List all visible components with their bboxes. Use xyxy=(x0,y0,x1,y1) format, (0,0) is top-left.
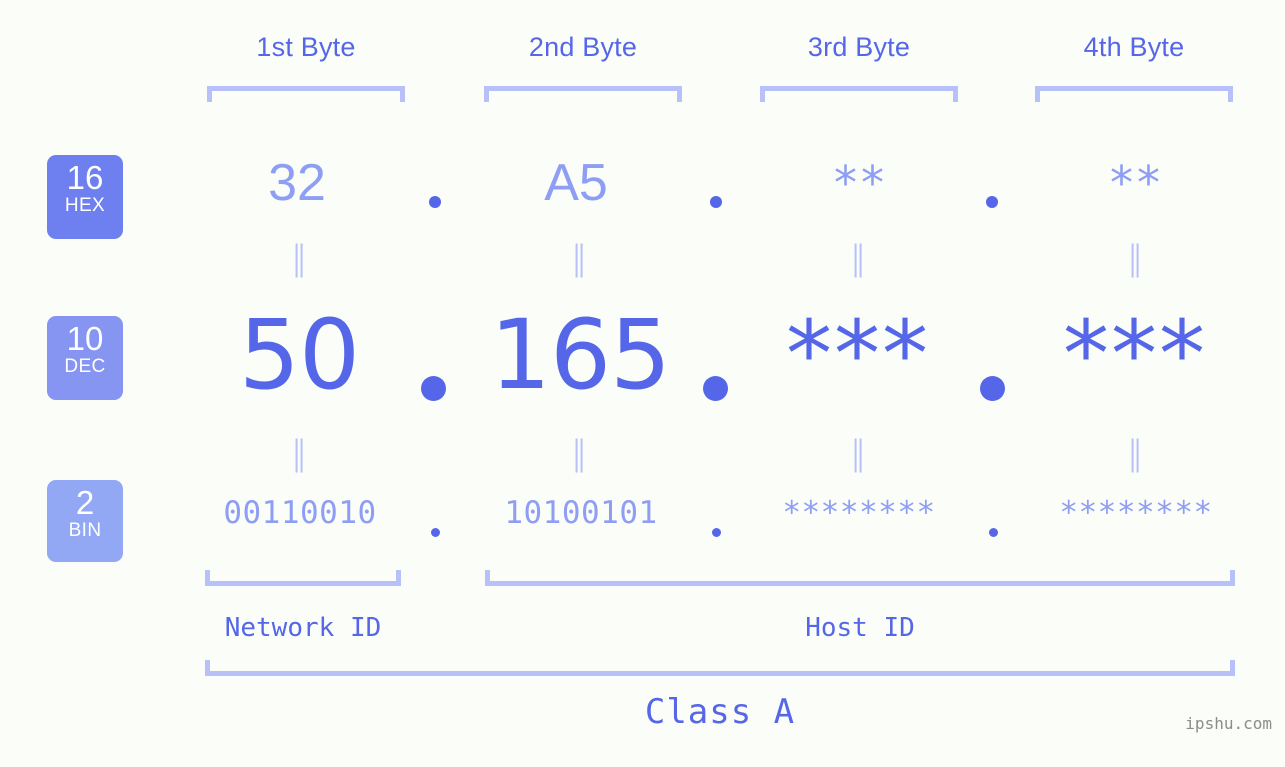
hex-dot-2 xyxy=(710,196,722,208)
byte-header-1: 1st Byte xyxy=(256,32,356,62)
dec-dot-2 xyxy=(703,376,728,401)
base-badge-bin-number: 2 xyxy=(75,484,95,521)
base-badge-dec-number: 10 xyxy=(66,320,104,357)
dec-dot-3 xyxy=(980,376,1005,401)
hex-byte-2: A5 xyxy=(544,154,608,212)
byte-bracket-1 xyxy=(207,86,405,102)
equals-mark-hex-dec-2: ║ xyxy=(569,244,591,275)
dec-dot-1 xyxy=(421,376,446,401)
class-label: Class A xyxy=(644,692,796,732)
bin-byte-2: 10100101 xyxy=(504,495,658,531)
network-id-label: Network ID xyxy=(224,613,382,643)
equals-mark-hex-dec-1: ║ xyxy=(289,244,311,275)
base-badge-bin: 2 BIN xyxy=(47,480,123,562)
hex-byte-1: 32 xyxy=(268,154,326,212)
base-badge-hex-number: 16 xyxy=(66,159,104,196)
hex-dot-3 xyxy=(986,196,998,208)
dec-byte-4: *** xyxy=(1063,301,1207,408)
hex-byte-3: ** xyxy=(834,156,888,210)
hex-byte-4: ** xyxy=(1110,156,1164,210)
equals-mark-dec-bin-1: ║ xyxy=(289,439,311,470)
equals-mark-hex-dec-4: ║ xyxy=(1125,244,1147,275)
byte-bracket-3 xyxy=(760,86,958,102)
bin-byte-1: 00110010 xyxy=(223,495,377,531)
byte-header-2: 2nd Byte xyxy=(528,32,638,62)
byte-header-3: 3rd Byte xyxy=(807,32,911,62)
equals-mark-hex-dec-3: ║ xyxy=(848,244,870,275)
base-badge-bin-label: BIN xyxy=(68,520,102,541)
equals-mark-dec-bin-4: ║ xyxy=(1125,439,1147,470)
dec-byte-3: *** xyxy=(786,301,930,408)
byte-bracket-2 xyxy=(484,86,682,102)
class-bracket xyxy=(205,660,1235,676)
base-badge-hex-label: HEX xyxy=(64,195,106,216)
byte-bracket-4 xyxy=(1035,86,1233,102)
bin-dot-3 xyxy=(989,528,998,537)
bin-byte-3: ******** xyxy=(782,495,936,531)
hex-dot-1 xyxy=(429,196,441,208)
host-id-bracket xyxy=(485,570,1235,586)
bin-dot-1 xyxy=(431,528,440,537)
dec-byte-1: 50 xyxy=(238,299,360,411)
host-id-label: Host ID xyxy=(805,613,915,643)
bin-byte-4: ******** xyxy=(1059,495,1213,531)
network-id-bracket xyxy=(205,570,401,586)
base-badge-dec-label: DEC xyxy=(64,356,106,377)
byte-header-4: 4th Byte xyxy=(1083,32,1185,62)
ip-byte-diagram: 1st Byte 2nd Byte 3rd Byte 4th Byte 16 H… xyxy=(0,0,1285,767)
equals-mark-dec-bin-3: ║ xyxy=(848,439,870,470)
base-badge-hex: 16 HEX xyxy=(47,155,123,239)
dec-byte-2: 165 xyxy=(489,299,671,411)
bin-dot-2 xyxy=(712,528,721,537)
watermark: ipshu.com xyxy=(1185,714,1272,733)
base-badge-dec: 10 DEC xyxy=(47,316,123,400)
equals-mark-dec-bin-2: ║ xyxy=(569,439,591,470)
